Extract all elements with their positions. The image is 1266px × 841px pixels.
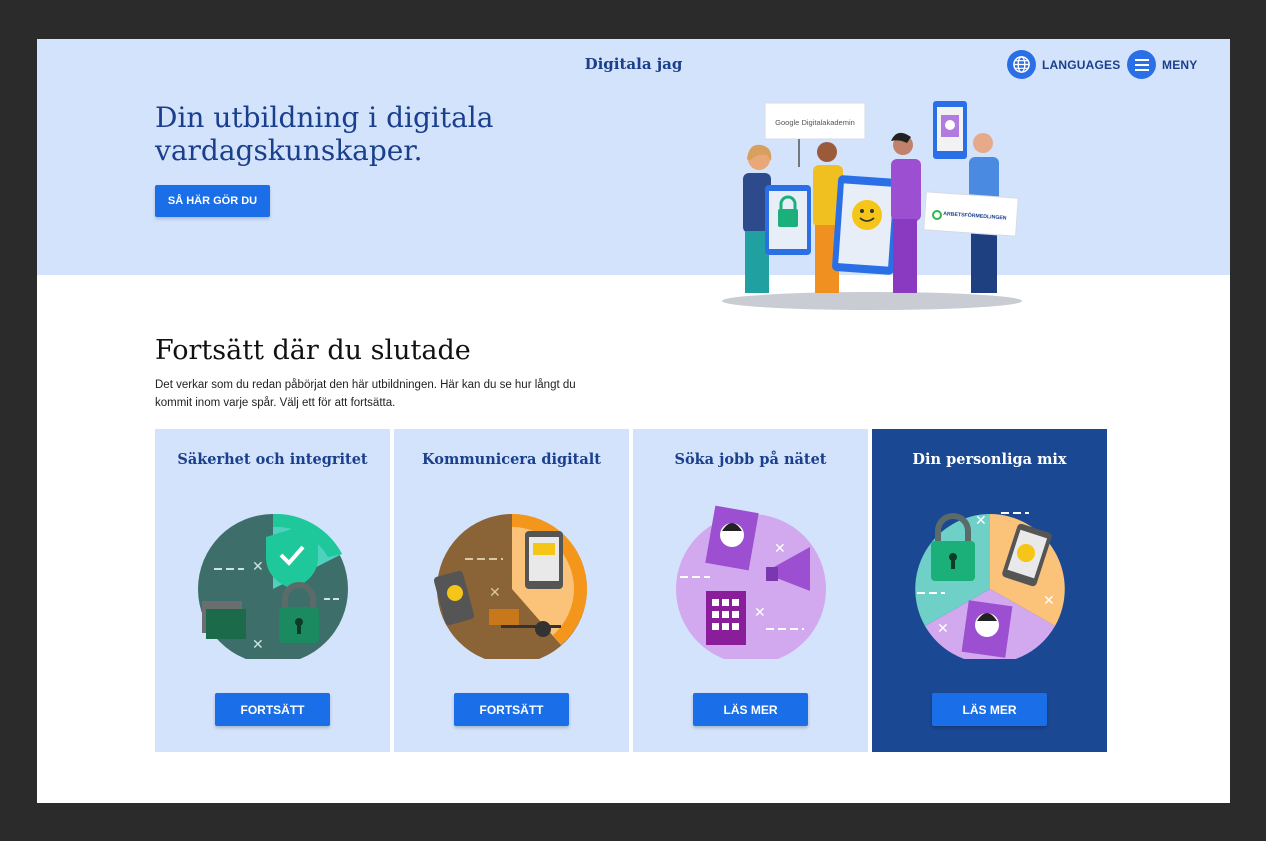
svg-text:✕: ✕ — [774, 541, 786, 557]
read-more-button[interactable]: LÄS MER — [693, 693, 808, 726]
section-title: Fortsätt där du slutade — [155, 335, 471, 366]
continue-button[interactable]: FORTSÄTT — [215, 693, 330, 726]
job-search-megaphone-icon: ✕ ✕ — [676, 505, 826, 659]
card-title: Säkerhet och integritet — [177, 451, 368, 468]
globe-icon — [1007, 50, 1036, 79]
card-communication[interactable]: Kommunicera digitalt ✕ FORTSÄTT — [394, 429, 629, 752]
svg-text:✕: ✕ — [489, 585, 501, 601]
svg-text:✕: ✕ — [1043, 593, 1055, 609]
section-description: Det verkar som du redan påbörjat den här… — [155, 379, 576, 409]
continue-button[interactable]: FORTSÄTT — [454, 693, 569, 726]
svg-text:✕: ✕ — [252, 559, 264, 575]
how-it-works-button[interactable]: SÅ HÄR GÖR DU — [155, 185, 270, 217]
svg-text:✕: ✕ — [252, 637, 264, 653]
svg-text:✕: ✕ — [975, 513, 987, 529]
hamburger-icon — [1127, 50, 1156, 79]
google-sign-text: Google Digitalakademin — [775, 118, 855, 127]
menu-label: MENY — [1162, 57, 1198, 72]
svg-text:✕: ✕ — [937, 621, 949, 637]
card-title: Din personliga mix — [912, 451, 1067, 468]
hero-banner: Digitala jag LANGUAGES MENY Din utbildni… — [37, 39, 1230, 275]
svg-text:✕: ✕ — [754, 605, 766, 621]
page: Digitala jag LANGUAGES MENY Din utbildni… — [37, 39, 1230, 803]
card-job-search[interactable]: Söka jobb på nätet ✕ ✕ LÄS MER — [633, 429, 868, 752]
personal-mix-pie-icon: ✕ ✕ ✕ — [915, 512, 1065, 659]
track-cards: Säkerhet och integritet ✕ ✕ FORTSÄTT Kom… — [155, 429, 1107, 752]
people-illustration: Google Digitalakademin ARBETSFÖRMEDLINGE… — [722, 101, 1022, 310]
card-security[interactable]: Säkerhet och integritet ✕ ✕ FORTSÄTT — [155, 429, 390, 752]
languages-button[interactable]: LANGUAGES — [1007, 50, 1120, 79]
card-title: Söka jobb på nätet — [674, 451, 827, 468]
hero-heading: Din utbildning i digitala vardagskunskap… — [155, 101, 494, 167]
languages-label: LANGUAGES — [1042, 57, 1121, 72]
menu-button[interactable]: MENY — [1127, 50, 1197, 79]
card-title: Kommunicera digitalt — [422, 451, 601, 468]
security-lock-shield-icon: ✕ ✕ — [198, 513, 348, 659]
card-personal-mix[interactable]: Din personliga mix ✕ ✕ ✕ LÄS MER — [872, 429, 1107, 752]
communication-chat-icon: ✕ — [433, 514, 587, 659]
read-more-button[interactable]: LÄS MER — [932, 693, 1047, 726]
